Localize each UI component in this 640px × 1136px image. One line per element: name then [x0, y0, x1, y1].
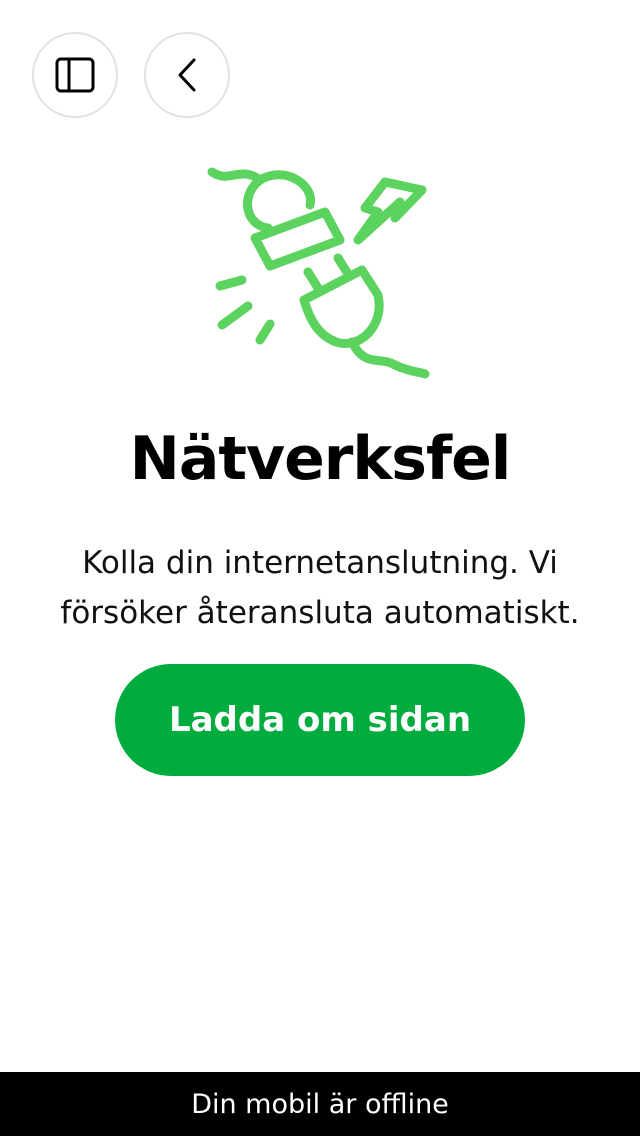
sidebar-toggle-button[interactable]	[32, 32, 118, 118]
chevron-left-icon	[175, 57, 199, 93]
page-title: Nätverksfel	[129, 424, 512, 494]
reload-page-button[interactable]: Ladda om sidan	[115, 664, 525, 776]
offline-status-text: Din mobil är offline	[191, 1088, 449, 1120]
error-message: Kolla din internetanslutning. Vi försöke…	[60, 545, 580, 631]
offline-status-bar: Din mobil är offline	[0, 1072, 640, 1136]
unplugged-plug-icon	[200, 160, 440, 385]
network-error-page: Nätverksfel Kolla din internetanslutning…	[0, 0, 640, 1136]
back-button[interactable]	[144, 32, 230, 118]
sidebar-panel-icon	[55, 57, 95, 93]
